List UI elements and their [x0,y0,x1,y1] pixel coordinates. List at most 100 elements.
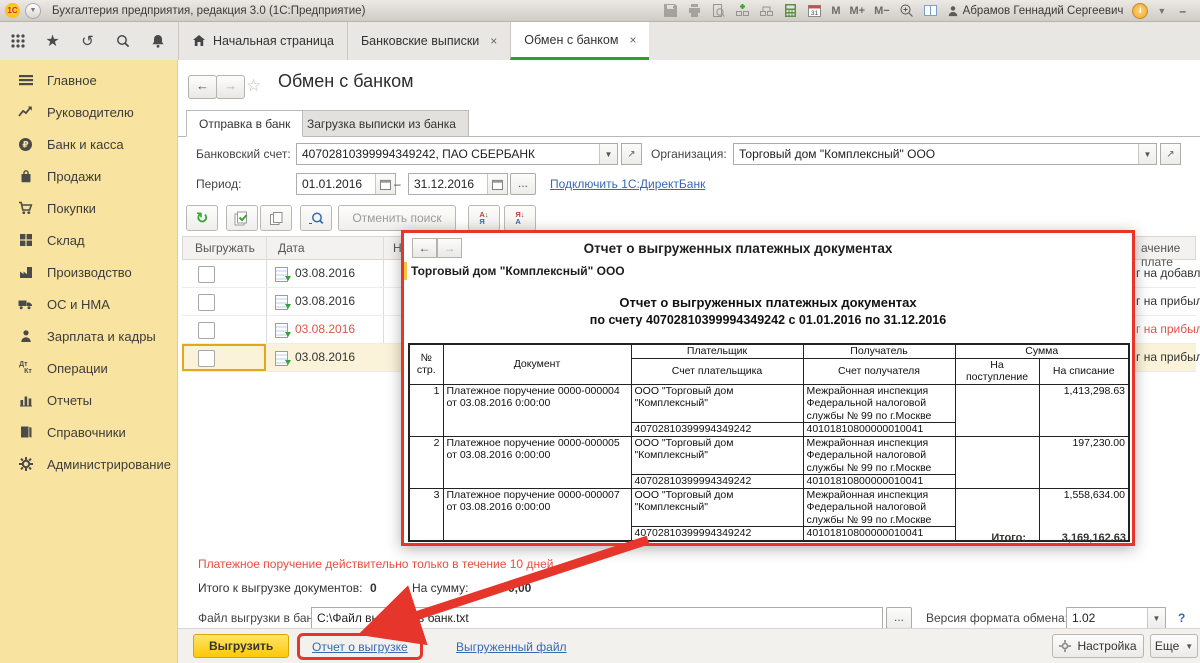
notifications-bell-icon[interactable] [140,34,175,48]
chevron-down-icon[interactable]: ▼ [1157,6,1166,16]
document-icon [275,267,288,282]
history-icon[interactable]: ↺ [70,32,105,50]
document-icon [275,295,288,310]
save-icon[interactable] [663,3,678,18]
calendar-icon[interactable] [487,174,507,194]
more-button[interactable]: Еще▼ [1150,634,1198,658]
upload-checkbox[interactable] [198,266,215,283]
gear-icon [17,457,34,471]
file-browse-button[interactable]: ... [886,607,912,629]
tab-home[interactable]: Начальная страница [178,22,347,60]
info-button[interactable]: i [1132,3,1148,19]
sidebar-item-purchases[interactable]: Покупки [0,192,177,224]
svg-text:₽: ₽ [22,139,28,149]
report-total-value: 3,169,162.63 [1026,532,1128,544]
exchange-add-icon[interactable] [735,3,750,18]
report-organization[interactable]: Торговый дом "Комплексный" ООО [411,264,625,278]
sidebar-item-warehouse[interactable]: Склад [0,224,177,256]
tools-grid-icon[interactable] [0,34,35,48]
tab-load-statement[interactable]: Загрузка выписки из банка [294,110,469,137]
close-icon[interactable]: × [629,33,636,47]
cancel-search-button[interactable]: Отменить поиск [338,205,456,231]
period-to-field[interactable] [408,173,508,195]
column-upload[interactable]: Выгружать [195,241,255,255]
sort-desc-button[interactable]: Я↓А [504,205,536,231]
uploaded-file-link[interactable]: Выгруженный файл [456,640,567,654]
format-version-input[interactable] [1067,608,1147,628]
calendar-icon[interactable]: 31 [807,3,822,18]
tab-bank-statements[interactable]: Банковские выписки× [347,22,510,60]
period-more-button[interactable]: ... [510,173,536,195]
organization-input[interactable] [734,144,1138,164]
bank-account-open-button[interactable]: ↗ [621,143,642,165]
selection-marker [404,262,407,280]
memory-m-minus-button[interactable]: М− [874,5,890,17]
main-menu-button[interactable]: ▼ [25,3,41,19]
tab-bank-exchange[interactable]: Обмен с банком× [510,22,649,60]
split-view-icon[interactable] [923,3,938,18]
back-button[interactable]: ← [188,75,217,99]
sidebar-item-sales[interactable]: Продажи [0,160,177,192]
sidebar-item-fixed-assets[interactable]: ОС и НМА [0,288,177,320]
directbank-link[interactable]: Подключить 1С:ДиректБанк [550,177,705,191]
settings-button[interactable]: Настройка [1052,634,1144,658]
copy-button[interactable] [260,205,292,231]
tab-send-to-bank[interactable]: Отправка в банк [186,110,303,137]
help-link[interactable]: ? [1178,611,1185,625]
period-from-input[interactable] [297,174,375,194]
sidebar-item-main[interactable]: Главное [0,64,177,96]
sidebar-item-reports[interactable]: Отчеты [0,384,177,416]
report-table: № стр. Документ Плательщик Получатель Су… [408,343,1130,542]
window-title: Бухгалтерия предприятия, редакция 3.0 (1… [52,5,365,17]
export-file-input[interactable] [312,608,882,628]
favorite-star-icon[interactable]: ☆ [246,76,261,96]
bank-account-field[interactable]: ▼ [296,143,618,165]
calculator-icon[interactable] [783,3,798,18]
totals-label: Итого к выгрузке документов: [198,581,362,595]
zoom-icon[interactable] [899,3,914,18]
sidebar-item-bank-cash[interactable]: ₽Банк и касса [0,128,177,160]
exchange-icon[interactable] [759,3,774,18]
sidebar-item-administration[interactable]: Администрирование [0,448,177,480]
sidebar-item-payroll-hr[interactable]: Зарплата и кадры [0,320,177,352]
calendar-icon[interactable] [375,174,395,194]
organization-open-button[interactable]: ↗ [1160,143,1181,165]
period-to-input[interactable] [409,174,487,194]
panel-divider [178,136,1200,137]
favorites-star-icon[interactable]: ★ [35,31,70,51]
format-version-select[interactable]: ▼ [1066,607,1166,629]
bank-account-input[interactable] [297,144,599,164]
upload-checkbox[interactable] [198,350,215,367]
search-icon[interactable] [105,34,140,48]
print-icon[interactable] [687,3,702,18]
minimize-button[interactable]: – [1175,4,1190,18]
upload-checkbox[interactable] [198,322,215,339]
dropdown-arrow-icon[interactable]: ▼ [599,144,617,164]
dropdown-arrow-icon[interactable]: ▼ [1138,144,1156,164]
current-user[interactable]: Абрамов Геннадий Сергеевич [947,5,1124,17]
boxes-icon [17,233,34,247]
chevron-down-icon: ▼ [1185,642,1193,651]
sidebar-item-directories[interactable]: Справочники [0,416,177,448]
sort-asc-button[interactable]: А↓Я [468,205,500,231]
cart-icon [17,201,34,215]
sidebar-item-production[interactable]: Производство [0,256,177,288]
memory-m-button[interactable]: М [831,5,840,17]
close-icon[interactable]: × [490,34,497,48]
export-file-field[interactable] [311,607,883,629]
advanced-search-button[interactable] [300,205,332,231]
preview-icon[interactable] [711,3,726,18]
select-documents-button[interactable] [226,205,258,231]
upload-button[interactable]: Выгрузить [193,634,289,658]
dropdown-arrow-icon[interactable]: ▼ [1147,608,1165,628]
sidebar-item-manager[interactable]: Руководителю [0,96,177,128]
tab-bar: ★ ↺ Начальная страница Банковские выписк… [0,22,1200,61]
column-date[interactable]: Дата [278,241,305,255]
organization-field[interactable]: ▼ [733,143,1157,165]
sidebar-item-operations[interactable]: ДтКтОперации [0,352,177,384]
forward-button[interactable]: → [216,75,245,99]
refresh-button[interactable]: ↻ [186,205,218,231]
upload-checkbox[interactable] [198,294,215,311]
memory-m-plus-button[interactable]: М+ [849,5,865,17]
period-from-field[interactable] [296,173,396,195]
